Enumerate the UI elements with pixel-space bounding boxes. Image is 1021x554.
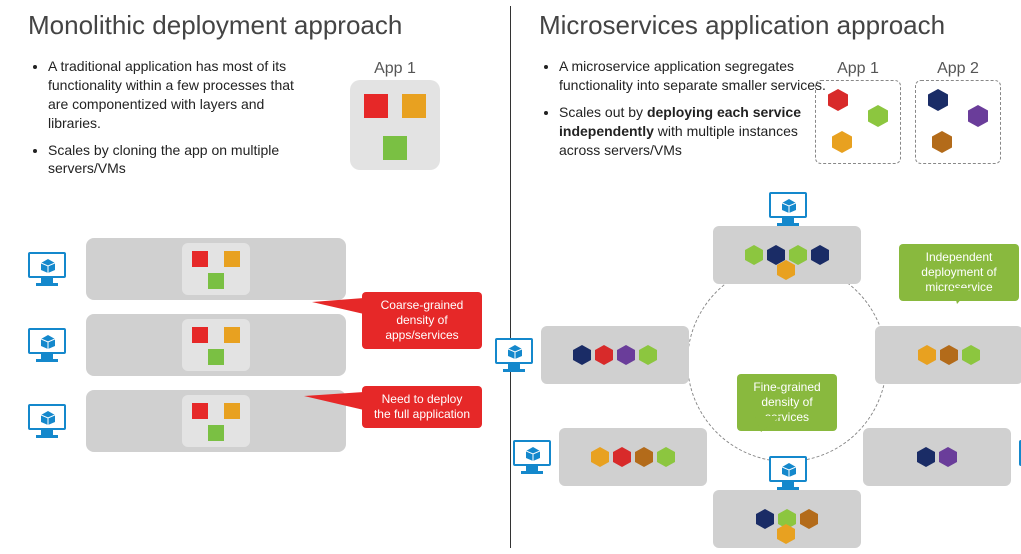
hex-service-green <box>868 105 888 127</box>
deployed-monolith <box>182 319 250 371</box>
cluster-node <box>875 326 1021 384</box>
right-bullet: A microservice application segregates fu… <box>559 57 829 95</box>
component-square-green <box>208 349 224 365</box>
vm-box <box>86 238 346 300</box>
right-bullet: Scales out by deploying each service ind… <box>559 103 829 160</box>
cluster-node <box>559 428 707 486</box>
hex-service-yellow <box>832 131 852 153</box>
hex-service-green <box>962 345 980 365</box>
left-heading: Monolithic deployment approach <box>28 10 492 41</box>
hex-service-red <box>613 447 631 467</box>
cluster-node <box>713 490 861 548</box>
hex-service-red <box>595 345 613 365</box>
hex-service-blue <box>928 89 948 111</box>
callout-pointer-icon <box>953 288 971 304</box>
left-bullet: Scales by cloning the app on multiple se… <box>48 141 318 179</box>
component-square-green <box>208 273 224 289</box>
left-bullet: A traditional application has most of it… <box>48 57 318 133</box>
component-square-red <box>192 251 208 267</box>
component-square-yellow <box>224 403 240 419</box>
hex-service-brown <box>800 509 818 529</box>
hex-service-green <box>789 245 807 265</box>
hex-service-purple <box>939 447 957 467</box>
hex-service-brown <box>940 345 958 365</box>
component-square-red <box>192 327 208 343</box>
callout-full-deploy: Need to deploy the full application <box>362 386 482 428</box>
monitor-icon <box>513 440 551 474</box>
hex-service-brown <box>932 131 952 153</box>
hex-service-blue <box>756 509 774 529</box>
callout-coarse-grained: Coarse-grained density of apps/services <box>362 292 482 349</box>
app1-label: App 1 <box>815 60 901 78</box>
app2-group: App 2 <box>915 60 1001 164</box>
cluster-node <box>863 428 1011 486</box>
left-column: Monolithic deployment approach A traditi… <box>0 0 510 554</box>
left-bullet-list: A traditional application has most of it… <box>28 57 318 178</box>
app1-label: App 1 <box>350 60 440 78</box>
app2-box <box>915 80 1001 164</box>
component-square-red <box>364 94 388 118</box>
hex-service-blue <box>767 245 785 265</box>
cluster-node <box>713 226 861 284</box>
hex-service-yellow <box>591 447 609 467</box>
component-square-yellow <box>402 94 426 118</box>
hex-service-green <box>657 447 675 467</box>
cluster-node <box>541 326 689 384</box>
app1-group: App 1 <box>815 60 901 164</box>
hex-service-purple <box>617 345 635 365</box>
right-heading: Microservices application approach <box>539 10 1003 41</box>
monolith-app-sample: App 1 <box>350 60 440 170</box>
hex-service-red <box>828 89 848 111</box>
monitor-icon <box>769 192 807 226</box>
monitor-icon <box>28 252 66 286</box>
hex-service-blue <box>573 345 591 365</box>
callout-fine-grained: Fine-grained density of services <box>737 374 837 431</box>
microservice-apps-sample: App 1 App 2 <box>815 60 1001 164</box>
monolith-box <box>350 80 440 170</box>
monitor-icon <box>769 456 807 490</box>
bullet-text: Scales out by <box>559 104 647 120</box>
monitor-icon <box>28 328 66 362</box>
right-bullet-list: A microservice application segregates fu… <box>539 57 829 159</box>
deployed-monolith <box>182 395 250 447</box>
component-square-yellow <box>224 327 240 343</box>
microservice-cluster: Fine-grained density of services Indepen… <box>541 226 1021 550</box>
component-square-red <box>192 403 208 419</box>
app1-box <box>815 80 901 164</box>
component-square-green <box>383 136 407 160</box>
monitor-icon <box>495 338 533 372</box>
hex-service-yellow <box>918 345 936 365</box>
hex-service-green <box>745 245 763 265</box>
slide-root: Monolithic deployment approach A traditi… <box>0 0 1021 554</box>
right-column: Microservices application approach A mic… <box>511 0 1021 554</box>
deployed-monolith <box>182 243 250 295</box>
hex-service-green <box>639 345 657 365</box>
hex-service-blue <box>917 447 935 467</box>
vm-box <box>86 314 346 376</box>
cluster-ring-icon <box>687 262 887 462</box>
monitor-icon <box>28 404 66 438</box>
app2-label: App 2 <box>915 60 1001 78</box>
hex-service-brown <box>635 447 653 467</box>
hex-service-blue <box>811 245 829 265</box>
server-row <box>28 238 492 300</box>
monolith-cluster: Coarse-grained density of apps/services … <box>28 238 492 452</box>
callout-pointer-icon <box>312 298 364 314</box>
callout-pointer-icon <box>304 392 364 410</box>
component-square-yellow <box>224 251 240 267</box>
callout-pointer-icon <box>755 416 781 432</box>
hex-service-yellow <box>777 524 795 544</box>
hex-service-yellow <box>777 260 795 280</box>
hex-service-purple <box>968 105 988 127</box>
component-square-green <box>208 425 224 441</box>
